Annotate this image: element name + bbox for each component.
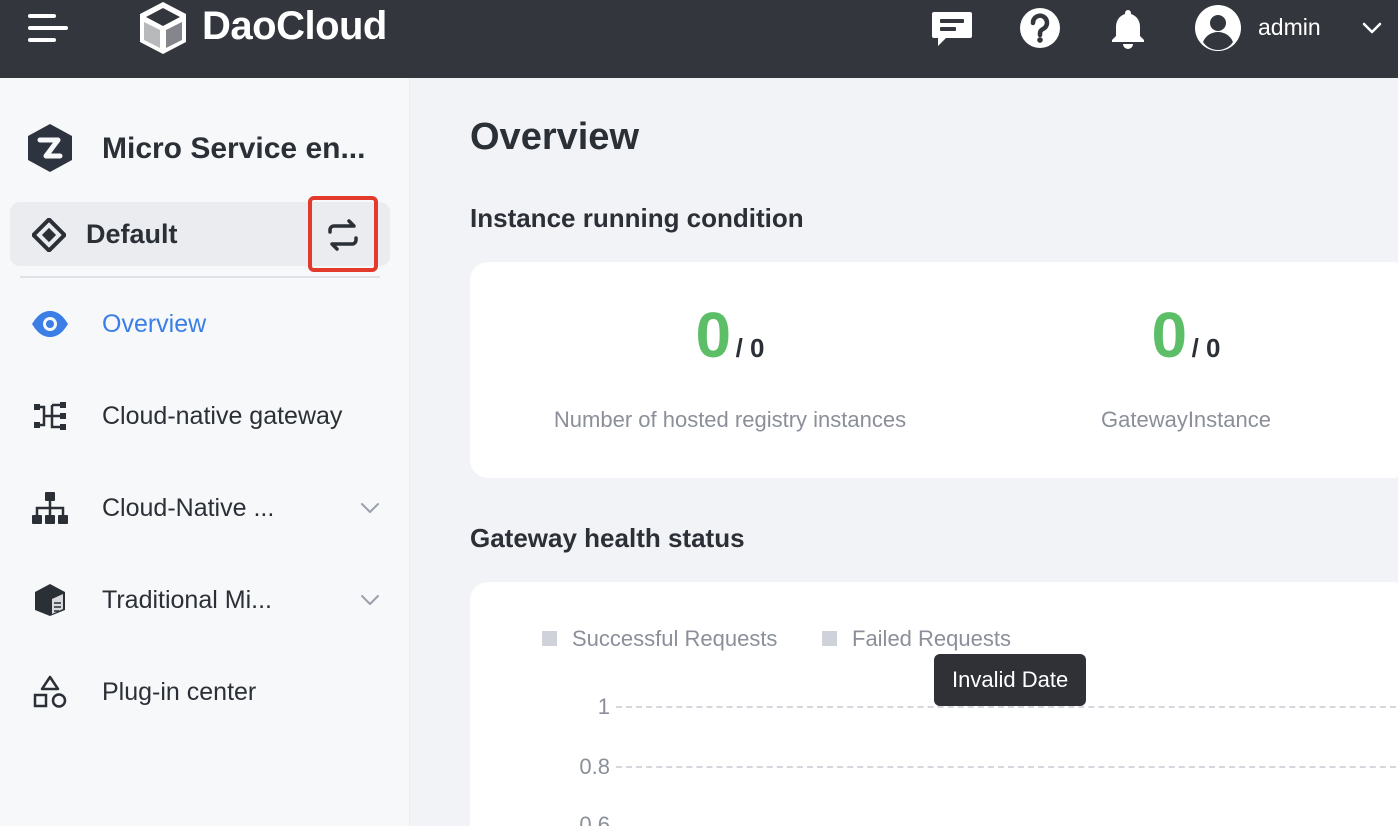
workspace-selector[interactable]: Default xyxy=(10,196,390,272)
sidebar-item-overview[interactable]: Overview xyxy=(0,292,410,356)
y-axis-tick: 0.6 xyxy=(579,812,610,826)
stat-total: 0 xyxy=(1206,333,1221,363)
switch-workspace-button[interactable] xyxy=(308,196,378,272)
sidebar-item-label: Cloud-native gateway xyxy=(102,402,343,430)
legend-swatch xyxy=(542,631,557,646)
sidebar-item-label: Cloud-Native ... xyxy=(102,494,275,522)
sidebar-item-label: Overview xyxy=(102,310,207,338)
stat-separator: / xyxy=(735,333,751,363)
sidebar-item-traditional-microservice[interactable]: Traditional Mi... xyxy=(0,568,410,632)
gateway-icon xyxy=(34,402,66,430)
gateway-health-section-title: Gateway health status xyxy=(470,523,745,553)
chart-tooltip: Invalid Date xyxy=(934,654,1087,706)
bell-icon[interactable] xyxy=(1106,6,1150,50)
legend-failed-requests[interactable]: Failed Requests xyxy=(822,626,1042,651)
instance-section-title: Instance running condition xyxy=(470,203,804,233)
chevron-down-icon[interactable] xyxy=(1360,16,1384,40)
top-navigation-bar: DaoCloud admin xyxy=(0,0,1398,78)
sidebar-item-cloud-native-microservice[interactable]: Cloud-Native ... xyxy=(0,476,410,540)
page-title: Overview xyxy=(470,116,639,158)
module-title: Micro Service en... xyxy=(102,132,366,165)
stat-total: 0 xyxy=(750,333,765,363)
y-axis-tick: 1 xyxy=(597,694,610,719)
help-icon[interactable] xyxy=(1018,6,1062,50)
sidebar-item-label: Traditional Mi... xyxy=(102,586,272,614)
grid-line xyxy=(616,706,1398,708)
microservice-logo-icon xyxy=(28,124,72,172)
grid-line xyxy=(616,766,1398,768)
y-axis-tick: 0.8 xyxy=(579,754,610,779)
workspace-icon xyxy=(32,218,66,252)
username[interactable]: admin xyxy=(1258,12,1321,42)
legend-swatch xyxy=(822,631,837,646)
sidebar: Micro Service en... Default Overview Clo… xyxy=(0,78,410,826)
sidebar-item-label: Plug-in center xyxy=(102,678,257,706)
user-avatar-icon[interactable] xyxy=(1194,4,1242,52)
menu-icon[interactable] xyxy=(28,14,68,44)
cube-icon xyxy=(35,584,65,616)
swap-icon xyxy=(328,219,358,251)
sidebar-item-cloud-native-gateway[interactable]: Cloud-native gateway xyxy=(0,384,410,448)
stat-caption: Number of hosted registry instances xyxy=(553,407,907,432)
message-icon[interactable] xyxy=(930,6,974,50)
gateway-instances-stat: 0 / 0 GatewayInstance xyxy=(956,300,1398,434)
brand-name: DaoCloud xyxy=(202,4,387,48)
sitemap-icon xyxy=(32,492,68,524)
instance-stats-card: 0 / 0 Number of hosted registry instance… xyxy=(470,262,1398,478)
eye-icon xyxy=(32,311,68,337)
stat-caption: GatewayInstance xyxy=(1101,407,1271,432)
sidebar-item-plugin-center[interactable]: Plug-in center xyxy=(0,660,410,724)
registry-instances-stat: 0 / 0 Number of hosted registry instance… xyxy=(500,300,960,434)
stat-value: 0 xyxy=(695,299,732,371)
legend-successful-requests[interactable]: Successful Requests xyxy=(542,626,802,651)
chevron-down-icon[interactable] xyxy=(358,590,382,610)
legend-label: Successful Requests xyxy=(572,626,778,651)
stat-separator: / xyxy=(1191,333,1207,363)
workspace-name: Default xyxy=(86,219,178,249)
chevron-down-icon[interactable] xyxy=(358,498,382,518)
daocloud-logo-icon xyxy=(140,2,186,54)
sidebar-divider xyxy=(20,276,380,278)
legend-label: Failed Requests xyxy=(852,626,1011,651)
gateway-health-chart-card: Successful Requests Failed Requests 1 0.… xyxy=(470,582,1398,826)
shapes-icon xyxy=(33,675,67,708)
stat-value: 0 xyxy=(1151,299,1188,371)
